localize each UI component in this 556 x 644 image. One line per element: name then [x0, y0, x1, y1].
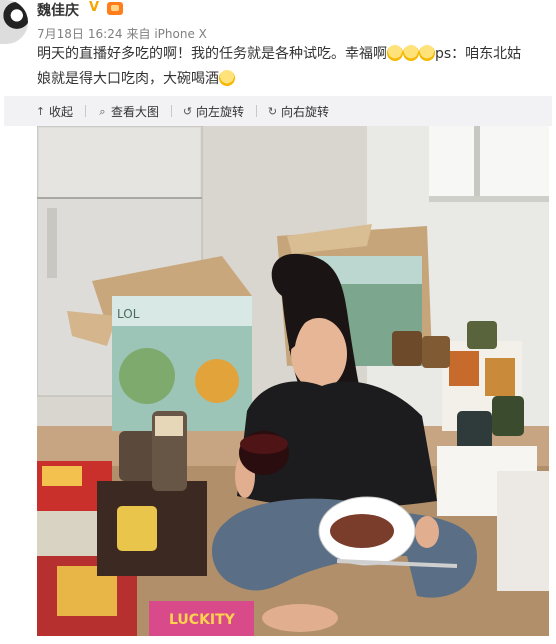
- toolbar-divider: [171, 105, 172, 117]
- arrow-up-icon: ↑: [35, 105, 46, 118]
- post-text: 明天的直播好多吃的啊！我的任务就是各种试吃。幸福啊 ps：咱东北姑 娘就是得大口吃…: [37, 42, 547, 92]
- collapse-button[interactable]: ↑ 收起: [35, 103, 73, 120]
- sign-text: LUCKITY: [169, 612, 236, 628]
- happy-emoji-icon: [419, 45, 435, 61]
- username[interactable]: 魏佳庆: [37, 0, 79, 20]
- photo-bottom-margin: [0, 636, 556, 644]
- rotate-left-icon: ↺: [182, 105, 193, 118]
- post-time[interactable]: 16:24: [88, 27, 123, 41]
- collapse-label: 收起: [49, 105, 74, 119]
- verified-badge-icon: V: [89, 0, 100, 15]
- weibo-post: 魏佳庆 V 7月18日 16:24 来自 iPhone X 明天的直播好多吃的啊！我…: [0, 0, 556, 644]
- post-header: 魏佳庆 V 7月18日 16:24 来自 iPhone X: [35, 0, 535, 44]
- wink-emoji-icon: [219, 70, 235, 86]
- happy-emoji-icon: [403, 45, 419, 61]
- rotate-left-button[interactable]: ↺ 向左旋转: [182, 103, 244, 120]
- avatar[interactable]: [0, 0, 28, 44]
- post-photo[interactable]: LOL LUCKITY: [37, 126, 549, 636]
- box-text: LOL: [117, 307, 140, 321]
- view-large-button[interactable]: ⌕ 查看大图: [97, 103, 159, 120]
- view-large-label: 查看大图: [111, 105, 160, 119]
- post-source: 来自 iPhone X: [126, 27, 207, 41]
- toolbar-divider: [256, 105, 257, 117]
- image-toolbar: ↑ 收起 ⌕ 查看大图 ↺ 向左旋转 ↻ 向右旋转: [4, 96, 552, 126]
- post-text-line2: 娘就是得大口吃肉，大碗喝酒: [37, 71, 219, 87]
- happy-emoji-icon: [387, 45, 403, 61]
- rotate-right-label: 向右旋转: [281, 105, 330, 119]
- member-icon[interactable]: [107, 2, 123, 15]
- post-date[interactable]: 7月18日: [37, 27, 84, 41]
- rotate-right-button[interactable]: ↻ 向右旋转: [267, 103, 329, 120]
- search-icon: ⌕: [99, 104, 106, 118]
- rotate-right-icon: ↻: [267, 105, 278, 118]
- post-meta: 7月18日 16:24 来自 iPhone X: [37, 25, 211, 42]
- toolbar-divider: [85, 105, 86, 117]
- rotate-left-label: 向左旋转: [196, 105, 245, 119]
- photo-illustration: LOL LUCKITY: [37, 126, 549, 636]
- post-text-part2: ps：咱东北姑: [435, 46, 522, 62]
- post-text-part1: 明天的直播好多吃的啊！我的任务就是各种试吃。幸福啊: [37, 46, 387, 62]
